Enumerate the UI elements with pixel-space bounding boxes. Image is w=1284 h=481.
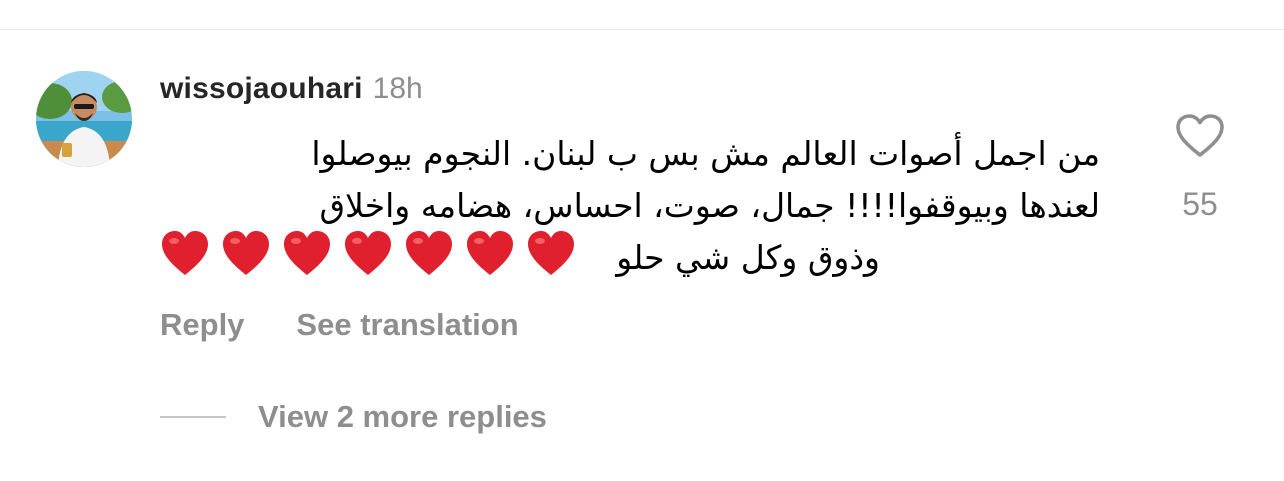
comment-line-2: لعندها وبيوقفوا!!!! جمال، صوت، احساس، هض… xyxy=(319,186,1100,225)
username[interactable]: wissojaouhari xyxy=(160,72,363,106)
red-heart-emoji-icon xyxy=(282,229,332,277)
heart-outline-icon xyxy=(1176,114,1224,157)
view-more-replies-label: View 2 more replies xyxy=(258,399,547,434)
timestamp: 18h xyxy=(372,72,423,105)
heart-emoji-row xyxy=(160,229,587,281)
red-heart-emoji-icon xyxy=(465,229,515,277)
view-more-replies-button[interactable]: View 2 more replies xyxy=(160,395,547,439)
comment-line-1: من اجمل أصوات العالم مش بس ب لبنان. النج… xyxy=(311,134,1100,173)
red-heart-emoji-icon xyxy=(526,229,576,277)
red-heart-emoji-icon xyxy=(221,229,271,277)
avatar-photo xyxy=(36,71,132,167)
red-heart-emoji-icon xyxy=(404,229,454,277)
see-translation-button[interactable]: See translation xyxy=(296,307,518,343)
like-count: 55 xyxy=(1182,186,1218,222)
comment-header: wissojaouhari 18h xyxy=(160,72,423,112)
replies-divider-line xyxy=(160,416,226,418)
like-button[interactable] xyxy=(1174,113,1226,159)
comment-actions: Reply See translation xyxy=(160,303,519,347)
red-heart-emoji-icon xyxy=(160,229,210,277)
top-divider xyxy=(0,29,1284,30)
reply-button[interactable]: Reply xyxy=(160,307,244,343)
avatar[interactable] xyxy=(36,71,132,167)
red-heart-emoji-icon xyxy=(343,229,393,277)
